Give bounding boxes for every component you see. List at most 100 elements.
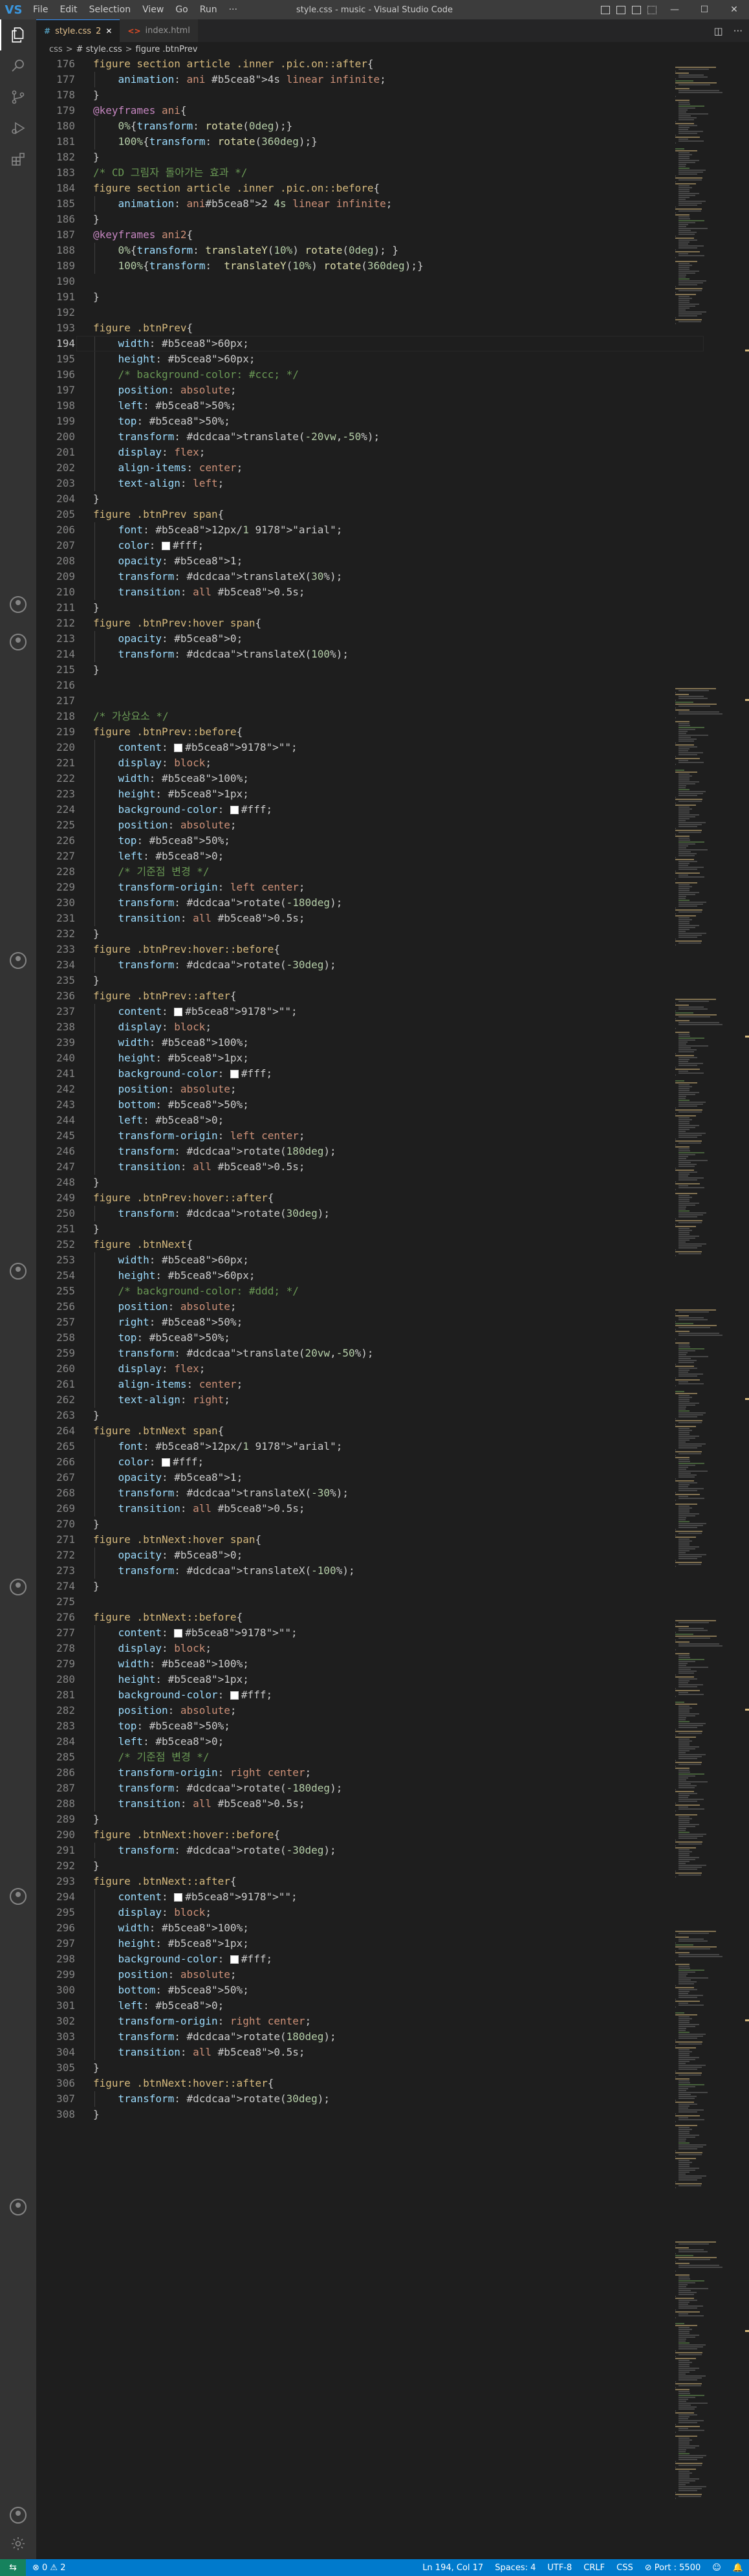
code-line[interactable]: 271 figure .btnNext:hover span{: [36, 1532, 704, 1548]
code-line[interactable]: 254 height: #b5cea8">60px;: [36, 1268, 704, 1283]
code-line[interactable]: 197 position: absolute;: [36, 383, 704, 398]
code-line[interactable]: 296 width: #b5cea8">100%;: [36, 1920, 704, 1936]
code-line[interactable]: 308}: [36, 2107, 704, 2122]
remote-icon[interactable]: ⇆: [0, 2559, 26, 2576]
minimize-button[interactable]: —: [660, 0, 689, 19]
code-line[interactable]: 270}: [36, 1516, 704, 1532]
code-line[interactable]: 268 transform: #dcdcaa">translateX(-30%)…: [36, 1485, 704, 1501]
code-line[interactable]: 230 transform: #dcdcaa">rotate(-180deg);: [36, 895, 704, 911]
split-editor-icon[interactable]: ◫: [714, 25, 723, 37]
code-line[interactable]: 269 transition: all #b5cea8">0.5s;: [36, 1501, 704, 1516]
extensions-icon[interactable]: [0, 144, 36, 175]
code-line[interactable]: 213 opacity: #b5cea8">0;: [36, 631, 704, 647]
code-line[interactable]: 228 /* 기준점 변경 */: [36, 864, 704, 880]
code-line[interactable]: 221 display: block;: [36, 755, 704, 771]
menu-item[interactable]: Selection: [83, 5, 137, 15]
code-line[interactable]: 278 display: block;: [36, 1641, 704, 1656]
code-line[interactable]: 188 0%{transform: translateY(10%) rotate…: [36, 243, 704, 258]
code-line[interactable]: 292}: [36, 1858, 704, 1874]
code-line[interactable]: 231 transition: all #b5cea8">0.5s;: [36, 911, 704, 926]
code-editor[interactable]: 176 figure section article .inner .pic.on…: [36, 56, 704, 2559]
tab-style-css[interactable]: # style.css 2 ✕: [36, 19, 120, 42]
code-line[interactable]: 187 @keyframes ani2{: [36, 227, 704, 243]
code-line[interactable]: 222 width: #b5cea8">100%;: [36, 771, 704, 786]
code-line[interactable]: 281 background-color: #fff;: [36, 1687, 704, 1703]
code-line[interactable]: 241 background-color: #fff;: [36, 1066, 704, 1082]
code-line[interactable]: 205 figure .btnPrev span{: [36, 507, 704, 522]
account-icon[interactable]: [0, 1571, 36, 1603]
eol-status[interactable]: CRLF: [578, 2563, 611, 2573]
close-tab-icon[interactable]: ✕: [105, 27, 112, 36]
code-line[interactable]: 288 transition: all #b5cea8">0.5s;: [36, 1796, 704, 1812]
language-mode[interactable]: CSS: [611, 2563, 639, 2573]
code-line[interactable]: 209 transform: #dcdcaa">translateX(30%);: [36, 569, 704, 584]
code-line[interactable]: 179 @keyframes ani{: [36, 103, 704, 118]
breadcrumb-symbol[interactable]: figure .btnPrev: [136, 45, 198, 54]
code-line[interactable]: 218 /* 가상요소 */: [36, 709, 704, 724]
code-line[interactable]: 219 figure .btnPrev::before{: [36, 724, 704, 740]
code-line[interactable]: 180 0%{transform: rotate(0deg);}: [36, 118, 704, 134]
gear-icon[interactable]: [0, 2528, 36, 2559]
code-line[interactable]: 191}: [36, 289, 704, 305]
code-line[interactable]: 184 figure section article .inner .pic.on…: [36, 181, 704, 196]
code-line[interactable]: 282 position: absolute;: [36, 1703, 704, 1718]
code-line[interactable]: 196 /* background-color: #ccc; */: [36, 367, 704, 383]
code-line[interactable]: 257 right: #b5cea8">50%;: [36, 1315, 704, 1330]
code-line[interactable]: 233 figure .btnPrev:hover::before{: [36, 942, 704, 957]
more-menu-icon[interactable]: ···: [223, 5, 243, 15]
code-line[interactable]: 239 width: #b5cea8">100%;: [36, 1035, 704, 1050]
explorer-icon[interactable]: [0, 19, 36, 50]
code-line[interactable]: 267 opacity: #b5cea8">1;: [36, 1470, 704, 1485]
code-line[interactable]: 275: [36, 1594, 704, 1610]
color-swatch[interactable]: [174, 1629, 183, 1638]
code-line[interactable]: 253 width: #b5cea8">60px;: [36, 1252, 704, 1268]
color-swatch[interactable]: [230, 1691, 239, 1700]
color-swatch[interactable]: [230, 1955, 239, 1964]
code-line[interactable]: 211}: [36, 600, 704, 616]
code-line[interactable]: 212 figure .btnPrev:hover span{: [36, 616, 704, 631]
source-control-icon[interactable]: [0, 82, 36, 113]
indentation-status[interactable]: Spaces: 4: [489, 2563, 541, 2573]
code-line[interactable]: 178}: [36, 87, 704, 103]
code-line[interactable]: 189 100%{transform: translateY(10%) rota…: [36, 258, 704, 274]
code-line[interactable]: 293 figure .btnNext::after{: [36, 1874, 704, 1889]
account-icon[interactable]: [0, 627, 36, 658]
menu-item[interactable]: Edit: [54, 5, 83, 15]
account-icon[interactable]: [0, 589, 36, 620]
code-line[interactable]: 225 position: absolute;: [36, 817, 704, 833]
code-line[interactable]: 215}: [36, 662, 704, 678]
code-line[interactable]: 261 align-items: center;: [36, 1377, 704, 1392]
code-line[interactable]: 200 transform: #dcdcaa">translate(-20vw,…: [36, 429, 704, 445]
code-line[interactable]: 265 font: #b5cea8">12px/1 9178">"arial";: [36, 1439, 704, 1454]
toggle-secondary-sidebar-icon[interactable]: [629, 0, 644, 19]
code-line[interactable]: 298 background-color: #fff;: [36, 1951, 704, 1967]
code-line[interactable]: 208 opacity: #b5cea8">1;: [36, 553, 704, 569]
menu-item[interactable]: Go: [169, 5, 193, 15]
account-icon[interactable]: [0, 1256, 36, 1287]
code-line[interactable]: 207 color: #fff;: [36, 538, 704, 553]
code-line[interactable]: 280 height: #b5cea8">1px;: [36, 1672, 704, 1687]
code-line[interactable]: 273 transform: #dcdcaa">translateX(-100%…: [36, 1563, 704, 1579]
code-line[interactable]: 260 display: flex;: [36, 1361, 704, 1377]
code-line[interactable]: 227 left: #b5cea8">0;: [36, 849, 704, 864]
feedback-icon[interactable]: ☺: [706, 2563, 727, 2573]
code-line[interactable]: 204}: [36, 491, 704, 507]
code-line[interactable]: 283 top: #b5cea8">50%;: [36, 1718, 704, 1734]
code-line[interactable]: 235}: [36, 973, 704, 988]
code-line[interactable]: 263}: [36, 1408, 704, 1423]
code-line[interactable]: 284 left: #b5cea8">0;: [36, 1734, 704, 1749]
code-line[interactable]: 203 text-align: left;: [36, 476, 704, 491]
code-line[interactable]: 193 figure .btnPrev{: [36, 320, 704, 336]
code-line[interactable]: 190: [36, 274, 704, 289]
code-line[interactable]: 183 /* CD 그림자 돌아가는 효과 */: [36, 165, 704, 181]
code-line[interactable]: 186}: [36, 212, 704, 227]
code-line[interactable]: 248}: [36, 1175, 704, 1190]
menu-item[interactable]: File: [27, 5, 54, 15]
code-line[interactable]: 185 animation: ani#b5cea8">2 4s linear i…: [36, 196, 704, 212]
code-line[interactable]: 302 transform-origin: right center;: [36, 2014, 704, 2029]
code-line[interactable]: 264 figure .btnNext span{: [36, 1423, 704, 1439]
code-line[interactable]: 226 top: #b5cea8">50%;: [36, 833, 704, 849]
code-line[interactable]: 198 left: #b5cea8">50%;: [36, 398, 704, 414]
menu-item[interactable]: Run: [194, 5, 223, 15]
breadcrumb-file[interactable]: # style.css: [76, 45, 122, 54]
